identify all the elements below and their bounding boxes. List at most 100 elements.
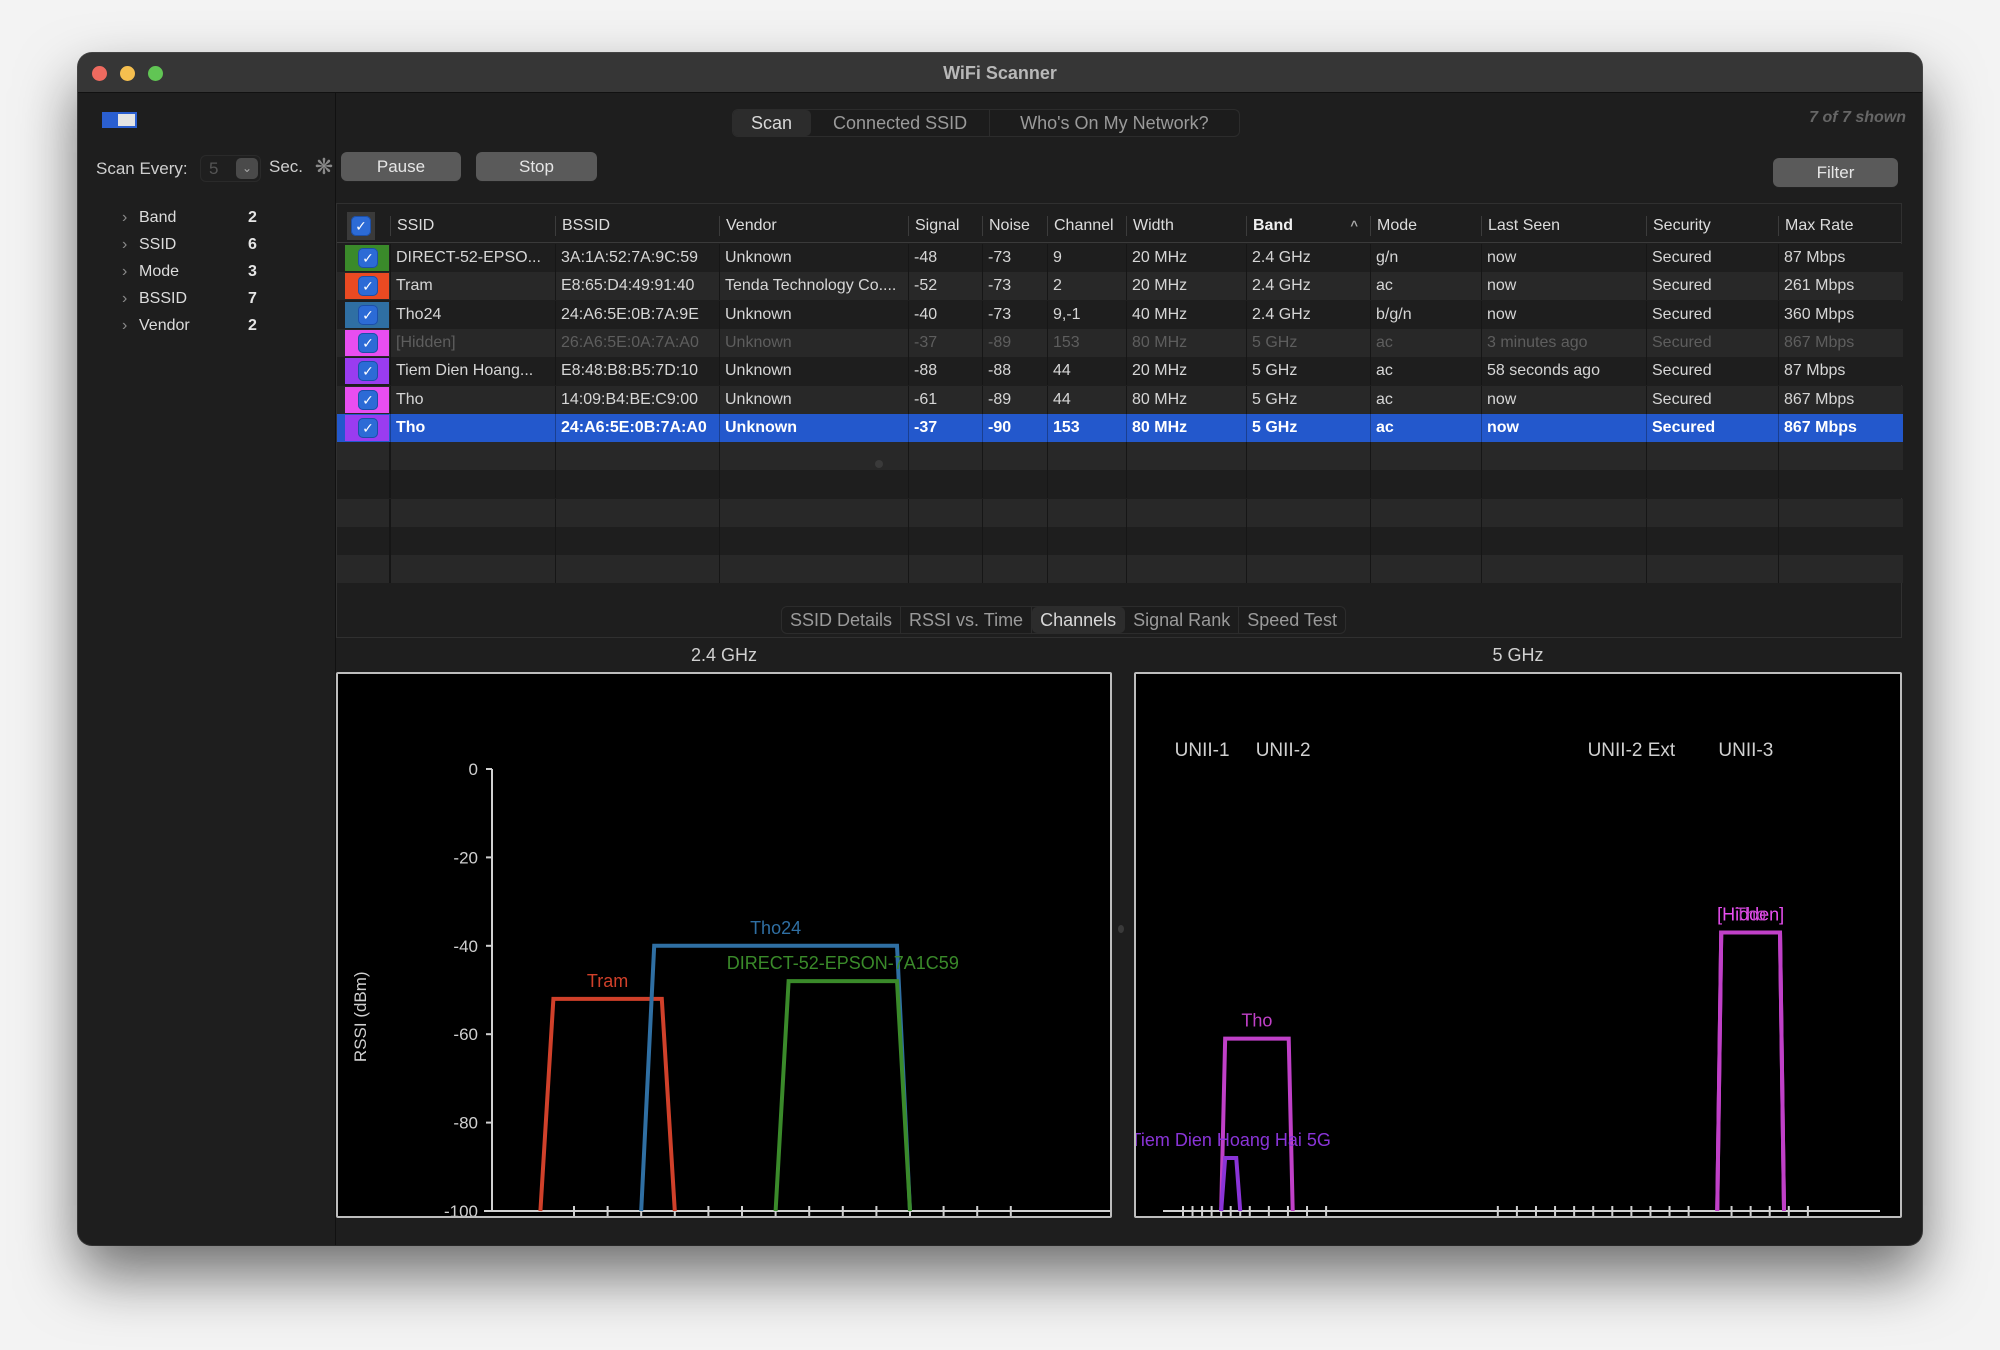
row-checkbox[interactable]: ✓ [358, 332, 378, 353]
cell-band: 5 GHz [1246, 385, 1370, 414]
networks-table: ✓ SSID BSSID Vendor Signal Noise Channel Width… [336, 203, 1903, 638]
tab-scan[interactable]: Scan [733, 110, 812, 136]
sidebar-toggle-icon[interactable] [102, 112, 137, 128]
empty-row [337, 498, 1903, 527]
network-color-swatch: ✓ [345, 358, 389, 385]
cell-security: Secured [1646, 357, 1778, 386]
filter-button[interactable]: Filter [1773, 158, 1898, 187]
cell-vendor: Tenda Technology Co.... [719, 272, 908, 301]
band-label: UNII-3 [1718, 740, 1773, 761]
network-color-swatch: ✓ [345, 386, 389, 413]
column-header-ssid[interactable]: SSID [390, 209, 555, 243]
cell-mode: b/g/n [1370, 300, 1481, 329]
stop-button[interactable]: Stop [476, 152, 597, 181]
table-row[interactable]: ✓ DIRECT-52-EPSO... 3A:1A:52:7A:9C:59 Unkno… [337, 244, 1903, 272]
sidebar-item-vendor[interactable]: › Vendor 2 [108, 315, 288, 339]
column-header-max-rate[interactable]: Max Rate [1778, 209, 1901, 243]
sidebar-item-band[interactable]: › Band 2 [108, 207, 288, 231]
cell-divider [908, 555, 914, 584]
sidebar-item-ssid[interactable]: › SSID 6 [108, 234, 288, 258]
column-header-bssid[interactable]: BSSID [555, 209, 719, 243]
table-row[interactable]: ✓ Tram E8:65:D4:49:91:40 Tenda Technology C… [337, 272, 1903, 301]
cell-band: 2.4 GHz [1246, 272, 1370, 301]
tab-signal-rank[interactable]: Signal Rank [1125, 607, 1240, 633]
cell-channel: 44 [1047, 385, 1126, 414]
tab-ssid-details[interactable]: SSID Details [782, 607, 902, 633]
cell-divider [1246, 555, 1252, 584]
cell-bssid: 26:A6:5E:0A:7A:A0 [555, 328, 719, 357]
network-color-swatch: ✓ [345, 329, 389, 356]
sidebar-item-label: Band [139, 209, 177, 226]
cell-mode: ac [1370, 272, 1481, 301]
column-header-vendor[interactable]: Vendor [719, 209, 908, 243]
cell-divider [1047, 442, 1053, 471]
cell-last-seen: now [1481, 244, 1646, 272]
cell-divider [1126, 442, 1132, 471]
scan-interval-dropdown[interactable]: 5 ⌄ [200, 155, 261, 182]
cell-noise: -73 [982, 244, 1047, 272]
column-header-last-seen[interactable]: Last Seen [1481, 209, 1646, 243]
cell-divider [1370, 470, 1376, 499]
sidebar-item-mode[interactable]: › Mode 3 [108, 261, 288, 285]
cell-width: 40 MHz [1126, 300, 1246, 329]
app-window: WiFi Scanner Scan Connected SSID Who's O… [78, 53, 1922, 1245]
column-header-security[interactable]: Security [1646, 209, 1778, 243]
sidebar-item-count: 6 [248, 236, 257, 253]
network-color-swatch: ✓ [345, 301, 389, 328]
tab-whos-on-my-network[interactable]: Who's On My Network? [990, 110, 1238, 136]
cell-ssid: Tho [390, 385, 555, 414]
pause-button[interactable]: Pause [341, 152, 461, 181]
row-checkbox[interactable]: ✓ [358, 276, 378, 297]
table-row[interactable]: ✓ Tho 14:09:B4:BE:C9:00 Unknown -61 -89 44 80 M… [337, 385, 1903, 414]
tab-rssi-vs-time[interactable]: RSSI vs. Time [901, 607, 1033, 633]
sidebar-item-label: BSSID [139, 290, 188, 307]
table-header: ✓ SSID BSSID Vendor Signal Noise Channel Width… [337, 209, 1901, 243]
select-all-checkbox[interactable]: ✓ [347, 212, 375, 240]
cell-last-seen: 58 seconds ago [1481, 357, 1646, 386]
cell-divider [1778, 498, 1784, 527]
cell-divider [1246, 470, 1252, 499]
column-header-noise[interactable]: Noise [982, 209, 1047, 243]
empty-row [337, 527, 1903, 555]
cell-max-rate: 867 Mbps [1778, 413, 1901, 442]
row-checkbox[interactable]: ✓ [358, 389, 378, 410]
cell-divider [390, 555, 396, 584]
cell-divider [1047, 555, 1053, 584]
table-row[interactable]: ✓ Tiem Dien Hoang... E8:48:B8:B5:7D:10 Unkn… [337, 357, 1903, 386]
tab-channels[interactable]: Channels [1032, 607, 1126, 633]
channel-trace-tho24 [639, 943, 912, 1212]
cell-divider [908, 498, 914, 527]
row-checkbox[interactable]: ✓ [358, 361, 378, 382]
cell-band: 5 GHz [1246, 357, 1370, 386]
table-row[interactable]: ✓ [Hidden] 26:A6:5E:0A:7A:A0 Unknown -37 -89 1… [337, 328, 1903, 357]
cell-divider [1246, 498, 1252, 527]
sidebar-item-bssid[interactable]: › BSSID 7 [108, 288, 288, 312]
cell-divider [1481, 498, 1487, 527]
column-header-mode[interactable]: Mode [1370, 209, 1481, 243]
column-header-width[interactable]: Width [1126, 209, 1246, 243]
cell-ssid: [Hidden] [390, 328, 555, 357]
shown-count: 7 of 7 shown [1809, 109, 1906, 126]
tab-connected-ssid[interactable]: Connected SSID [811, 110, 991, 136]
tab-speed-test[interactable]: Speed Test [1239, 607, 1345, 633]
row-checkbox[interactable]: ✓ [358, 417, 378, 438]
cell-channel: 153 [1047, 328, 1126, 357]
chart-split-handle[interactable] [1118, 925, 1124, 933]
cell-vendor: Unknown [719, 244, 908, 272]
cell-security: Secured [1646, 272, 1778, 301]
column-header-channel[interactable]: Channel [1047, 209, 1126, 243]
table-row[interactable]: ✓ Tho24 24:A6:5E:0B:7A:9E Unknown -40 -73 9,-1… [337, 300, 1903, 329]
cell-max-rate: 87 Mbps [1778, 357, 1901, 386]
cell-divider [1126, 527, 1132, 555]
table-row[interactable]: ✓ Tho 24:A6:5E:0B:7A:A0 Unknown -37 -90 153 80 … [337, 413, 1903, 442]
cell-divider [719, 498, 725, 527]
cell-divider [1370, 442, 1376, 471]
column-header-band[interactable]: Band ^ [1246, 209, 1370, 243]
column-header-signal[interactable]: Signal [908, 209, 982, 243]
column-header-label: Signal [915, 217, 960, 234]
cell-last-seen: now [1481, 272, 1646, 301]
split-handle[interactable] [875, 460, 883, 468]
sidebar-item-label: Vendor [139, 317, 190, 334]
row-checkbox[interactable]: ✓ [358, 304, 378, 325]
row-checkbox[interactable]: ✓ [358, 248, 378, 268]
